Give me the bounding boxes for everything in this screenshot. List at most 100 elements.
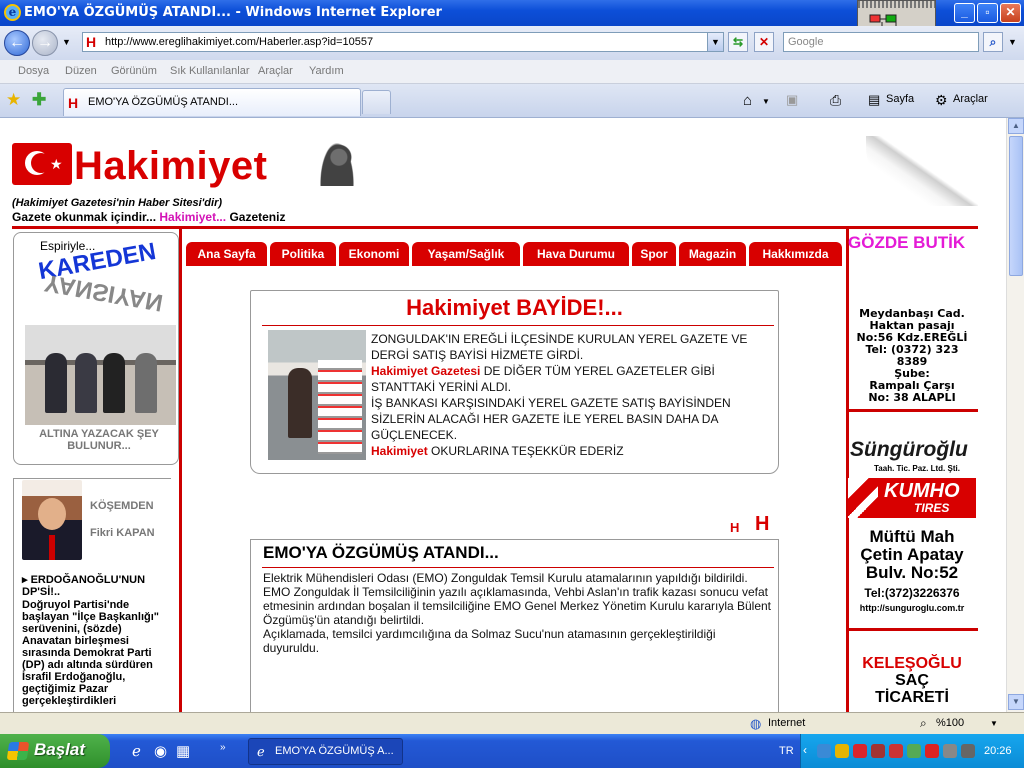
turkish-flag-logo: ★ [12, 143, 72, 185]
feeds-icon[interactable]: ▣ [786, 92, 798, 108]
menu-tools[interactable]: Araçlar [258, 65, 293, 77]
nav-economy[interactable]: Ekonomi [339, 242, 409, 266]
article-title: EMO'YA ÖZGÜMÜŞ ATANDI... [263, 543, 499, 562]
app-tray-icon[interactable] [907, 744, 921, 758]
security-zone[interactable]: Internet [768, 717, 805, 729]
scroll-up-icon[interactable]: ▲ [1008, 118, 1024, 134]
language-indicator[interactable]: TR [779, 745, 794, 757]
column-headline[interactable]: ▸ ERDOĞANOĞLU'NUN DP'Sİ!.. [22, 574, 172, 598]
menu-favorites[interactable]: Sık Kullanılanlar [170, 65, 250, 77]
sunguroglu-url[interactable]: http://sunguroglu.com.tr [848, 603, 976, 613]
grip-handle[interactable] [858, 1, 935, 8]
author-photo [22, 480, 82, 560]
maximize-button[interactable]: ▫ [977, 3, 998, 23]
menu-file[interactable]: Dosya [18, 65, 49, 77]
scroll-thumb[interactable] [1009, 136, 1023, 276]
app-tray-icon[interactable] [925, 744, 939, 758]
site-logo[interactable]: Hakimiyet [74, 144, 267, 189]
security-tray-icon[interactable] [835, 744, 849, 758]
app-tray-icon[interactable] [871, 744, 885, 758]
desktop-quicklaunch-icon[interactable]: ▦ [176, 742, 190, 760]
app-tray-icon[interactable] [889, 744, 903, 758]
minimize-button[interactable]: _ [954, 3, 975, 23]
close-button[interactable]: ✕ [1000, 3, 1021, 23]
sunguroglu-logo[interactable]: Süngüroğlu [850, 438, 968, 462]
menu-help[interactable]: Yardım [309, 65, 344, 77]
zoom-icon[interactable]: ⌕ [920, 716, 927, 731]
photo-caption[interactable]: ALTINA YAZACAK ŞEY BULUNUR... [16, 428, 182, 452]
site-slogan: Gazete okunmak içindir... Hakimiyet... G… [12, 210, 285, 224]
quicklaunch-more-icon[interactable]: » [220, 742, 226, 753]
announcement-text: ZONGULDAK'IN EREĞLİ İLÇESİNDE KURULAN YE… [371, 332, 748, 458]
zoom-dropdown-icon[interactable]: ▼ [990, 719, 998, 728]
ie-quicklaunch-icon[interactable]: ℯ [132, 742, 141, 760]
nav-politics[interactable]: Politika [270, 242, 336, 266]
page-menu[interactable]: Sayfa [886, 93, 914, 105]
tools-menu[interactable]: Araçlar [953, 93, 988, 105]
refresh-button[interactable]: ⇆ [728, 32, 748, 52]
column-label: KÖŞEMDEN [90, 500, 154, 512]
search-options-icon[interactable]: ▼ [1008, 37, 1017, 47]
nav-sports[interactable]: Spor [632, 242, 676, 266]
address-bar[interactable]: H http://www.ereglihakimiyet.com/Haberle… [82, 32, 724, 52]
page-icon[interactable]: ▤ [868, 92, 880, 108]
address-dropdown-icon[interactable]: ▼ [707, 33, 723, 51]
search-icon[interactable]: ⌕ [983, 32, 1003, 52]
monitor-tray-icon[interactable] [961, 744, 975, 758]
tab-favicon-icon: H [68, 95, 79, 111]
font-increase-button[interactable]: H [755, 513, 769, 536]
antivirus-tray-icon[interactable] [853, 744, 867, 758]
home-icon[interactable]: ⌂ [743, 92, 752, 109]
nav-about[interactable]: Hakkımızda [749, 242, 842, 266]
font-decrease-button[interactable]: H [730, 520, 739, 535]
kelesoglu-ad-line: TİCARETİ [875, 689, 949, 706]
nav-health[interactable]: Yaşam/Sağlık [412, 242, 520, 266]
site-tagline: (Hakimiyet Gazetesi'nin Haber Sitesi'dir… [12, 197, 223, 209]
stop-button[interactable]: ✕ [754, 32, 774, 52]
globe-icon: ◍ [750, 716, 762, 731]
address-url[interactable]: http://www.ereglihakimiyet.com/Haberler.… [105, 36, 373, 48]
nav-home[interactable]: Ana Sayfa [186, 242, 267, 266]
kumho-tires-logo[interactable]: KUMHO TIRES [848, 478, 976, 518]
vertical-scrollbar[interactable]: ▲ ▼ [1006, 118, 1024, 712]
scroll-down-icon[interactable]: ▼ [1008, 694, 1024, 710]
ribbon-ceremony-photo[interactable] [25, 325, 176, 425]
home-dropdown-icon[interactable]: ▼ [762, 97, 770, 106]
nav-weather[interactable]: Hava Durumu [523, 242, 629, 266]
slogan-prefix: Gazete okunmak içindir... [12, 210, 157, 224]
menu-edit[interactable]: Düzen [65, 65, 97, 77]
kelesoglu-ad-title[interactable]: KELEŞOĞLU [848, 655, 976, 673]
announcement-divider [262, 325, 774, 326]
gozde-butik-ad-title[interactable]: GÖZDE BUTİK [848, 233, 965, 253]
search-input[interactable]: Google [783, 32, 979, 52]
sunguroglu-subtitle: Taah. Tic. Paz. Ltd. Şti. [874, 464, 960, 473]
tray-expand-icon[interactable]: ‹ [803, 743, 807, 757]
right-column-divider [846, 229, 849, 712]
tab-active[interactable]: H EMO'YA ÖZGÜMÜŞ ATANDI... [63, 88, 361, 116]
app-tray-icon[interactable] [943, 744, 957, 758]
slogan-brand: Hakimiyet... [159, 210, 227, 224]
sunguroglu-phone: Tel:(372)3226376 [864, 586, 960, 600]
menu-view[interactable]: Görünüm [111, 65, 157, 77]
new-tab-button[interactable] [362, 90, 391, 114]
taskbar-ie-window[interactable]: ℯ EMO'YA ÖZGÜMÜŞ A... [248, 738, 403, 765]
back-button[interactable]: ← [4, 30, 30, 56]
slogan-suffix: Gazeteniz [229, 210, 286, 224]
nav-magazine[interactable]: Magazin [679, 242, 746, 266]
gear-icon[interactable]: ⚙ [935, 92, 948, 109]
zoom-level[interactable]: %100 [936, 717, 964, 729]
sunguroglu-address: Müftü Mah Çetin Apatay Bulv. No:52 [860, 527, 964, 582]
media-quicklaunch-icon[interactable]: ◉ [154, 742, 167, 760]
history-dropdown-icon[interactable]: ▼ [62, 37, 71, 47]
article-paragraph: Açıklamada, temsilci yardımcılığına da S… [263, 627, 716, 655]
add-favorite-icon[interactable]: ✚ [32, 90, 46, 110]
favorites-star-icon[interactable]: ★ [6, 90, 21, 110]
print-icon[interactable]: ⎙ [830, 92, 841, 109]
forward-button[interactable]: → [32, 30, 58, 56]
gozde-butik-address: Meydanbaşı Cad. Haktan pasajı No:56 Kdz.… [856, 307, 968, 404]
clock[interactable]: 20:26 [984, 745, 1012, 757]
author-name[interactable]: Fikri KAPAN [90, 527, 155, 539]
network-tray-icon[interactable] [817, 744, 831, 758]
start-button[interactable]: Başlat [0, 734, 110, 768]
window-title: EMO'YA ÖZGÜMÜŞ ATANDI... - Windows Inter… [24, 5, 442, 20]
